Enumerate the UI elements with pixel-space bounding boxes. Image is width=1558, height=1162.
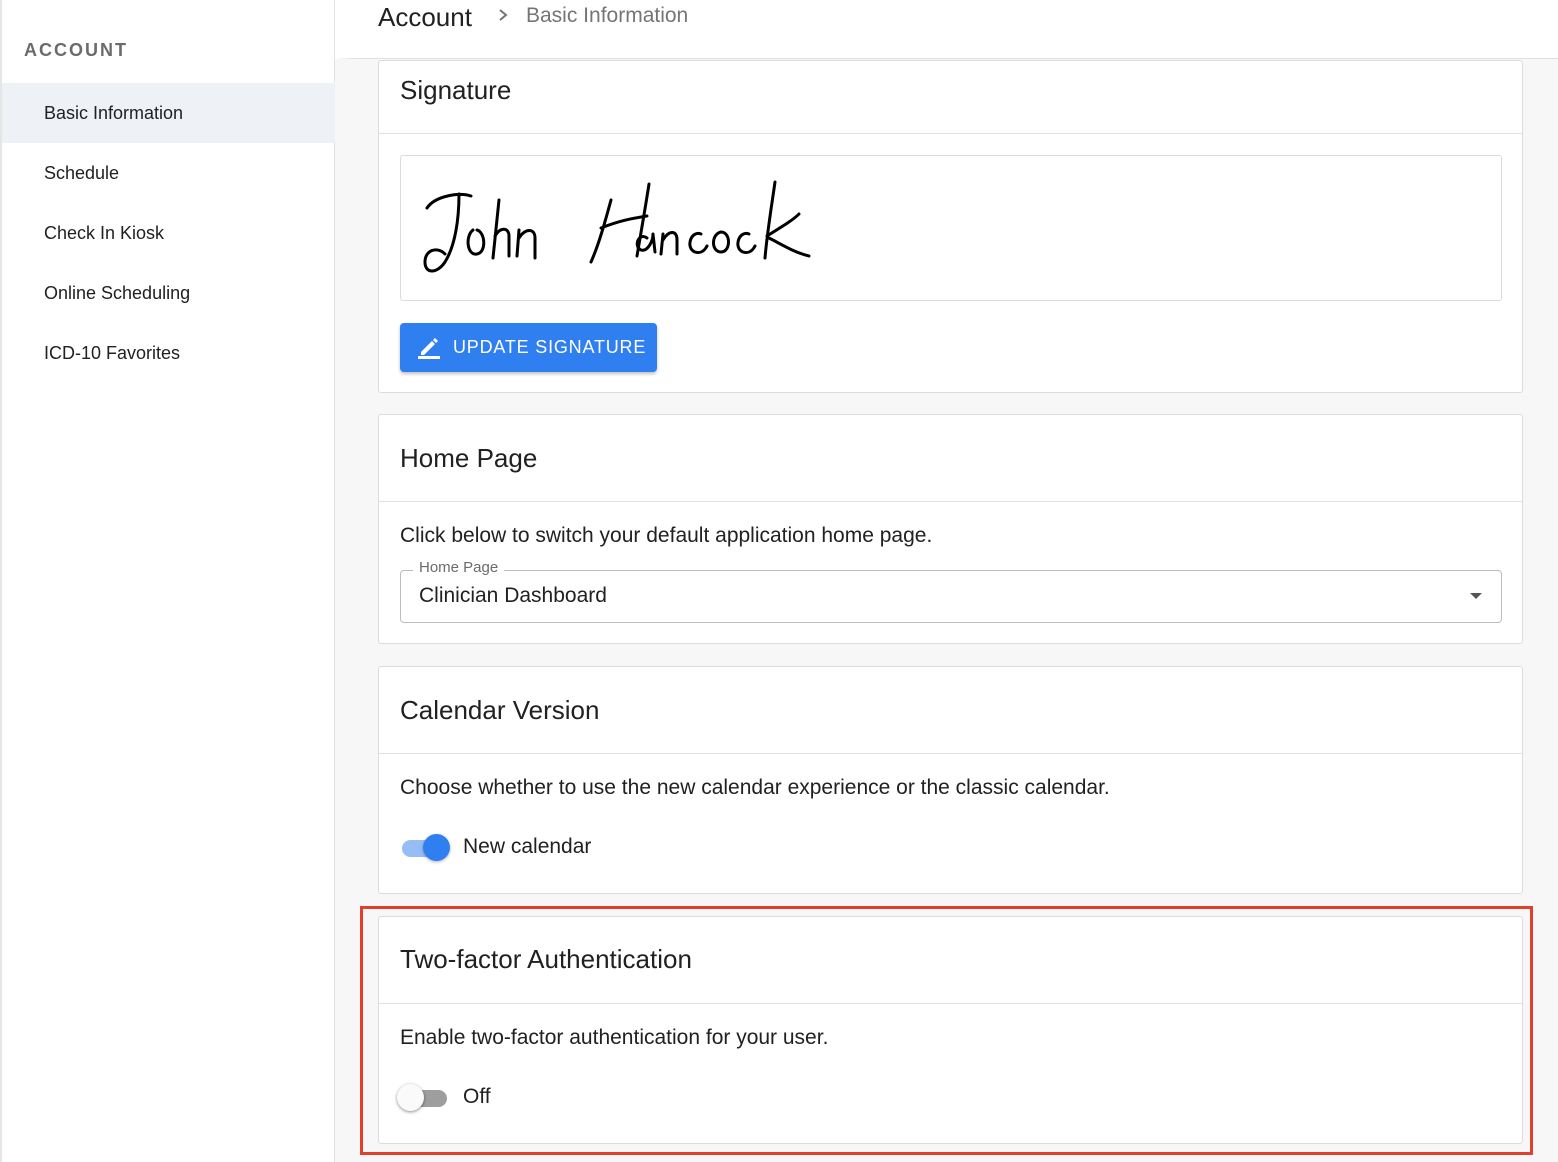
sidebar-item-check-in-kiosk[interactable]: Check In Kiosk bbox=[2, 203, 335, 263]
divider bbox=[379, 1003, 1522, 1004]
signature-image bbox=[400, 155, 1502, 301]
two-factor-card: Two-factor Authentication Enable two-fac… bbox=[378, 916, 1523, 1144]
home-page-description: Click below to switch your default appli… bbox=[400, 524, 933, 547]
two-factor-status-label: Off bbox=[463, 1085, 491, 1108]
two-factor-description: Enable two-factor authentication for you… bbox=[400, 1026, 829, 1049]
new-calendar-label: New calendar bbox=[463, 835, 592, 858]
signature-drawing bbox=[423, 180, 811, 273]
breadcrumb-root[interactable]: Account bbox=[378, 2, 472, 33]
main-content: Account Basic Information Signature UPDA… bbox=[335, 0, 1558, 1162]
divider bbox=[379, 753, 1522, 754]
caret-down-icon bbox=[1470, 593, 1482, 599]
home-page-title: Home Page bbox=[400, 443, 538, 473]
sidebar-item-basic-information[interactable]: Basic Information bbox=[2, 83, 335, 143]
update-signature-label: UPDATE SIGNATURE bbox=[453, 337, 647, 357]
sidebar-item-online-scheduling[interactable]: Online Scheduling bbox=[2, 263, 335, 323]
chevron-right-icon bbox=[499, 9, 508, 21]
calendar-version-description: Choose whether to use the new calendar e… bbox=[400, 776, 1110, 799]
toggle-knob bbox=[397, 1084, 424, 1111]
sidebar-heading: ACCOUNT bbox=[24, 40, 128, 60]
home-page-select-label: Home Page bbox=[413, 559, 505, 576]
new-calendar-toggle[interactable] bbox=[400, 832, 452, 862]
home-page-select[interactable]: Home Page Clinician Dashboard bbox=[400, 559, 1502, 623]
divider bbox=[379, 501, 1522, 502]
calendar-version-card: Calendar Version Choose whether to use t… bbox=[378, 666, 1523, 894]
signature-title: Signature bbox=[400, 75, 512, 105]
sidebar-item-icd10-favorites[interactable]: ICD-10 Favorites bbox=[2, 323, 335, 383]
sidebar: ACCOUNT Basic Information Schedule Check… bbox=[0, 0, 335, 1162]
calendar-version-title: Calendar Version bbox=[400, 695, 600, 725]
signature-card: Signature UPDATE SIGNATURE bbox=[378, 60, 1523, 393]
breadcrumb-current: Basic Information bbox=[526, 4, 689, 27]
home-page-select-value: Clinician Dashboard bbox=[419, 584, 607, 607]
two-factor-toggle[interactable] bbox=[397, 1082, 449, 1112]
breadcrumb: Account Basic Information bbox=[335, 0, 1558, 59]
home-page-card: Home Page Click below to switch your def… bbox=[378, 414, 1523, 644]
sidebar-item-schedule[interactable]: Schedule bbox=[2, 143, 335, 203]
close-icon[interactable] bbox=[298, 0, 328, 4]
divider bbox=[379, 133, 1522, 134]
edit-icon bbox=[418, 338, 440, 359]
toggle-knob bbox=[423, 834, 450, 861]
update-signature-button[interactable]: UPDATE SIGNATURE bbox=[400, 323, 657, 372]
two-factor-title: Two-factor Authentication bbox=[400, 944, 692, 974]
